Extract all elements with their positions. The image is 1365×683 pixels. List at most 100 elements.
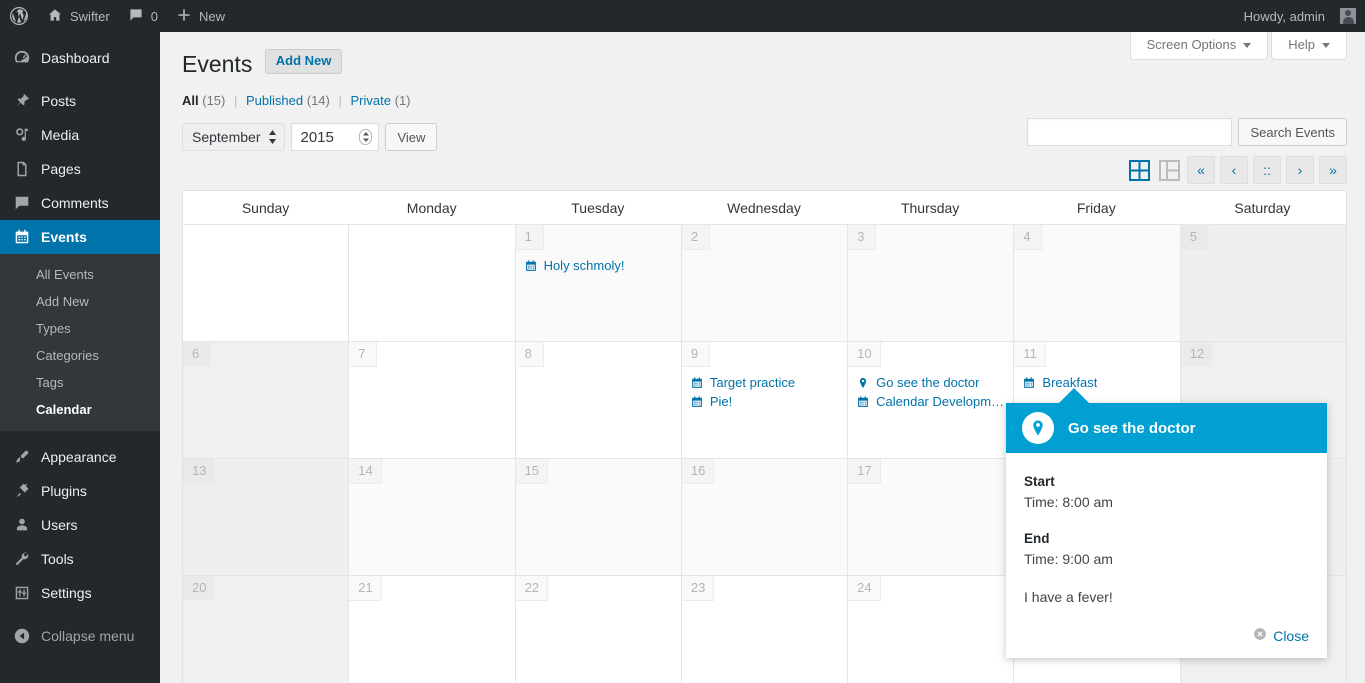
new-content-menu[interactable]: New <box>167 0 234 32</box>
search-events-button[interactable]: Search Events <box>1238 118 1347 146</box>
calendar-event[interactable]: Breakfast <box>1022 373 1171 392</box>
screen-options-button[interactable]: Screen Options <box>1129 32 1269 60</box>
year-input[interactable]: 2015 <box>291 123 380 151</box>
popup-start-value: Time: 8:00 am <box>1024 494 1113 510</box>
today-button[interactable]: :: <box>1253 156 1281 184</box>
view-button[interactable]: View <box>385 123 438 151</box>
site-name-menu[interactable]: Swifter <box>38 0 119 32</box>
day-events: Target practice Pie! <box>682 367 847 411</box>
calendar-day-cell[interactable]: 14 <box>349 459 516 575</box>
comments-menu[interactable]: 0 <box>119 0 167 32</box>
sidebar-item-users[interactable]: Users <box>0 508 160 542</box>
search-input[interactable] <box>1027 118 1233 146</box>
sidebar-item-media[interactable]: Media <box>0 118 160 152</box>
calendar-event[interactable]: Pie! <box>690 392 839 411</box>
sidebar-item-posts[interactable]: Posts <box>0 84 160 118</box>
sidebar-sep-1 <box>0 75 160 84</box>
day-number: 23 <box>681 576 715 601</box>
filter-all[interactable]: All <box>182 93 199 108</box>
my-account-menu[interactable]: Howdy, admin <box>1235 0 1365 32</box>
weekday-header-cell: Saturday <box>1180 191 1346 224</box>
calendar-event-title: Holy schmoly! <box>543 258 625 273</box>
day-number: 8 <box>515 342 544 367</box>
weekday-header-cell: Sunday <box>183 191 350 224</box>
calendar-day-cell[interactable]: 4 <box>1014 225 1181 341</box>
plus-icon <box>176 7 192 26</box>
calendar-day-cell[interactable]: 13 <box>183 459 350 575</box>
sidebar-item-comments[interactable]: Comments <box>0 186 160 220</box>
popup-spacer <box>1024 512 1309 529</box>
calendar-day-cell[interactable]: 3 <box>848 225 1015 341</box>
sidebar-item-appearance[interactable]: Appearance <box>0 440 160 474</box>
sidebar-item-pages[interactable]: Pages <box>0 152 160 186</box>
popup-body: Start Time: 8:00 am End Time: 9:00 am I … <box>1006 453 1327 613</box>
calendar-day-cell[interactable]: 24 <box>848 576 1015 683</box>
weekday-header-cell: Friday <box>1014 191 1180 224</box>
wordpress-logo-icon[interactable] <box>0 0 38 32</box>
year-input-value: 2015 <box>300 128 334 146</box>
sidebar-item-dashboard[interactable]: Dashboard <box>0 41 160 75</box>
calendar-day-cell[interactable]: 2 <box>681 225 849 341</box>
calendar-event-title: Calendar Developm… <box>876 394 1005 409</box>
sidebar-item-types[interactable]: Types <box>0 315 160 342</box>
calendar-day-cell[interactable]: 7 <box>349 342 516 458</box>
chevron-down-icon <box>1243 42 1252 48</box>
calendar-day-cell[interactable]: 20 <box>183 576 350 683</box>
last-page-button[interactable]: » <box>1319 156 1347 184</box>
pin-icon <box>12 91 32 111</box>
calendar-day-cell[interactable]: 17 <box>848 459 1015 575</box>
sidebar-item-label: Appearance <box>41 449 117 465</box>
calendar-event[interactable]: Target practice <box>690 373 839 392</box>
month-select[interactable]: September <box>182 123 286 151</box>
day-number: 1 <box>515 225 544 250</box>
calendar-weekday-header: Sunday Monday Tuesday Wednesday Thursday… <box>183 191 1346 224</box>
howdy-label: Howdy, admin <box>1243 8 1325 24</box>
filter-private[interactable]: Private <box>351 93 391 108</box>
calendar-day-cell[interactable]: 1 Holy schmoly! <box>515 225 682 341</box>
first-page-button[interactable]: « <box>1187 156 1215 184</box>
sidebar-item-events[interactable]: Events <box>0 220 168 254</box>
calendar-day-cell[interactable]: 9 Target practice Pie! <box>681 342 849 458</box>
calendar-day-cell[interactable]: 21 <box>349 576 516 683</box>
sidebar-item-tags[interactable]: Tags <box>0 369 160 396</box>
calendar-event[interactable]: Go see the doctor <box>856 373 1005 392</box>
calendar-day-cell[interactable]: 5 <box>1180 225 1346 341</box>
sliders-icon <box>12 583 32 603</box>
filter-separator: | <box>338 93 342 108</box>
sidebar-item-plugins[interactable]: Plugins <box>0 474 160 508</box>
weekday-header-cell: Wednesday <box>681 191 848 224</box>
year-stepper[interactable] <box>359 129 373 145</box>
help-button[interactable]: Help <box>1271 32 1347 60</box>
day-events <box>183 484 348 490</box>
calendar-day-cell[interactable]: 15 <box>515 459 682 575</box>
list-view-icon[interactable] <box>1157 158 1182 183</box>
calendar-day-cell[interactable]: 16 <box>681 459 849 575</box>
calendar-day-cell[interactable]: 8 <box>515 342 682 458</box>
prev-page-button[interactable]: ‹ <box>1220 156 1248 184</box>
media-icon <box>12 125 32 145</box>
day-events <box>516 484 681 490</box>
day-number: 21 <box>349 576 382 601</box>
sidebar-item-calendar[interactable]: Calendar <box>0 396 160 423</box>
filter-published[interactable]: Published <box>246 93 303 108</box>
user-icon <box>12 515 32 535</box>
sidebar-item-settings[interactable]: Settings <box>0 576 160 610</box>
calendar-day-cell[interactable]: 22 <box>515 576 682 683</box>
sidebar-item-categories[interactable]: Categories <box>0 342 160 369</box>
add-new-button[interactable]: Add New <box>264 49 343 74</box>
wrench-icon <box>12 549 32 569</box>
day-events: Breakfast <box>1014 367 1179 392</box>
collapse-menu-button[interactable]: Collapse menu <box>0 619 160 653</box>
sidebar-item-all-events[interactable]: All Events <box>0 261 160 288</box>
sidebar-item-tools[interactable]: Tools <box>0 542 160 576</box>
calendar-day-cell[interactable]: 23 <box>681 576 849 683</box>
calendar-day-cell[interactable]: 10 Go see the doctor Calendar Developm… <box>848 342 1015 458</box>
grid-view-icon[interactable] <box>1127 158 1152 183</box>
calendar-day-cell[interactable]: 6 <box>183 342 350 458</box>
popup-close-button[interactable]: Close <box>1253 627 1309 644</box>
sidebar-item-add-new[interactable]: Add New <box>0 288 160 315</box>
calendar-event[interactable]: Holy schmoly! <box>524 256 673 275</box>
next-page-button[interactable]: › <box>1286 156 1314 184</box>
calendar-event[interactable]: Calendar Developm… <box>856 392 1005 411</box>
day-events: Go see the doctor Calendar Developm… <box>848 367 1013 411</box>
